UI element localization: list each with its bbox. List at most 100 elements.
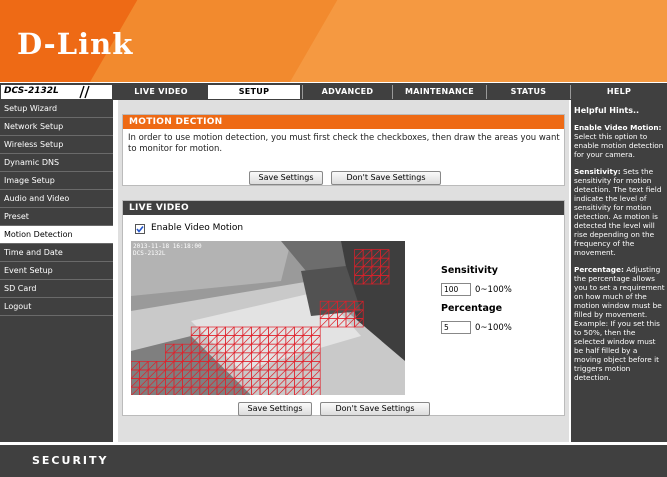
motion-grid-cell-diagonal [276, 378, 287, 388]
motion-grid-cell-diagonal [225, 369, 235, 379]
motion-grid-cell-diagonal [268, 343, 278, 354]
motion-grid-cell-diagonal [259, 378, 269, 388]
motion-grid-cell-diagonal [190, 335, 201, 345]
motion-grid-cell-diagonal [208, 326, 218, 336]
motion-grid-cell-diagonal [285, 352, 295, 362]
motion-grid-cell-diagonal [242, 369, 252, 379]
tab-setup[interactable]: SETUP [208, 85, 300, 99]
motion-grid-cell-diagonal [311, 378, 321, 388]
sidebar-item-dynamic-dns[interactable]: Dynamic DNS [0, 154, 113, 172]
motion-grid-cell-diagonal [216, 369, 226, 379]
dlink-logo: D-Link [17, 27, 134, 61]
sidebar-item-event-setup[interactable]: Event Setup [0, 262, 113, 280]
motion-detection-section: MOTION DECTION In order to use motion de… [122, 114, 565, 186]
tab-live-video[interactable]: LIVE VIDEO [116, 85, 206, 99]
motion-grid-cell-diagonal [173, 369, 183, 379]
sidebar-item-motion-detection[interactable]: Motion Detection [0, 226, 113, 244]
hint-sensitivity: Sensitivity: Sets the sensitivity for mo… [571, 167, 667, 257]
motion-grid-cell-diagonal [147, 369, 158, 379]
motion-grid-cell-diagonal [276, 335, 287, 345]
motion-grid-cell-diagonal [174, 386, 183, 395]
hint-sensitivity-heading: Sensitivity: [574, 167, 621, 176]
sidebar-item-network-setup[interactable]: Network Setup [0, 118, 113, 136]
checkmark-icon [136, 226, 144, 233]
motion-grid-cell-diagonal [302, 378, 312, 388]
sensitivity-input[interactable]: 100 [441, 283, 471, 296]
tab-maintenance[interactable]: MAINTENANCE [392, 85, 486, 99]
motion-grid-cell-diagonal [225, 386, 235, 395]
motion-grid-cell-diagonal [302, 352, 312, 362]
motion-grid-cell-diagonal [208, 378, 218, 388]
motion-grid-cell-diagonal [362, 257, 373, 268]
motion-grid-cell-diagonal [362, 266, 373, 276]
motion-grid-cell-diagonal [242, 343, 252, 354]
motion-grid-cell-diagonal [380, 257, 390, 268]
footer: SECURITY [0, 442, 667, 477]
motion-grid-cell-diagonal [259, 343, 269, 354]
motion-grid-cell-diagonal [345, 309, 355, 319]
helpful-hints-panel: Helpful Hints.. Enable Video Motion: Sel… [571, 100, 667, 442]
save-settings-button-bottom[interactable]: Save Settings [238, 402, 312, 416]
motion-grid-cell-diagonal [190, 326, 201, 336]
motion-grid-cell-diagonal [131, 386, 140, 395]
motion-grid-cell-diagonal [354, 275, 364, 285]
motion-grid-cell-diagonal [362, 249, 373, 259]
sidebar-item-time-date[interactable]: Time and Date [0, 244, 113, 262]
motion-grid-cell-diagonal [294, 343, 304, 354]
motion-grid-cell-diagonal [225, 378, 235, 388]
motion-grid-cell-diagonal [251, 335, 261, 345]
hint-percentage: Percentage: Adjusting the percentage all… [571, 265, 667, 382]
motion-grid-cell-diagonal [294, 335, 304, 345]
tab-help[interactable]: HELP [570, 85, 667, 99]
main-panel: MOTION DECTION In order to use motion de… [118, 100, 569, 442]
motion-grid-cell-diagonal [285, 335, 295, 345]
footer-security-label: SECURITY [32, 454, 109, 467]
motion-grid-cell-diagonal [199, 335, 209, 345]
motion-grid-cell-diagonal [302, 361, 312, 371]
motion-grid-cell-diagonal [371, 249, 381, 259]
motion-grid-cell-diagonal [208, 343, 218, 354]
motion-grid-cell-diagonal [190, 343, 201, 354]
hint-enable-motion-text: Select this option to enable motion dete… [574, 132, 664, 159]
motion-grid-cell-diagonal [259, 352, 269, 362]
tab-advanced[interactable]: ADVANCED [302, 85, 392, 99]
motion-grid-cell-diagonal [182, 352, 192, 362]
motion-grid-cell-diagonal [182, 369, 192, 379]
motion-grid[interactable] [131, 241, 405, 395]
motion-grid-cell-diagonal [165, 369, 175, 379]
motion-grid-cell-diagonal [157, 386, 166, 395]
tab-status[interactable]: STATUS [486, 85, 570, 99]
motion-grid-cell-diagonal [199, 326, 209, 336]
motion-grid-cell-diagonal [242, 352, 252, 362]
motion-grid-cell-diagonal [156, 369, 166, 379]
sidebar-item-sd-card[interactable]: SD Card [0, 280, 113, 298]
sensitivity-label: Sensitivity [441, 265, 498, 276]
enable-motion-checkbox[interactable] [135, 224, 145, 234]
motion-grid-cell-diagonal [208, 369, 218, 379]
motion-grid-cell-diagonal [328, 300, 338, 311]
motion-grid-cell-diagonal [251, 361, 261, 371]
hint-sensitivity-text: Sets the sensitivity for motion detectio… [574, 167, 662, 257]
motion-grid-cell-diagonal [311, 361, 321, 371]
save-settings-button[interactable]: Save Settings [249, 171, 323, 185]
motion-grid-cell-diagonal [139, 378, 149, 388]
sidebar-item-audio-video[interactable]: Audio and Video [0, 190, 113, 208]
motion-grid-cell-diagonal [319, 318, 330, 328]
sidebar-item-wireless-setup[interactable]: Wireless Setup [0, 136, 113, 154]
sidebar-item-image-setup[interactable]: Image Setup [0, 172, 113, 190]
sidebar-item-logout[interactable]: Logout [0, 298, 113, 316]
sidebar-item-setup-wizard[interactable]: Setup Wizard [0, 100, 113, 118]
instruction-text: In order to use motion detection, you mu… [128, 133, 560, 154]
sidebar-item-preset[interactable]: Preset [0, 208, 113, 226]
top-nav: DCS-2132L LIVE VIDEO SETUP ADVANCED MAIN… [0, 82, 667, 100]
dont-save-settings-button-bottom[interactable]: Don't Save Settings [320, 402, 430, 416]
motion-grid-cell-diagonal [234, 386, 244, 395]
motion-grid-cell-diagonal [165, 386, 175, 395]
motion-grid-cell-diagonal [190, 378, 201, 388]
motion-grid-cell-diagonal [302, 369, 312, 379]
dont-save-settings-button[interactable]: Don't Save Settings [331, 171, 441, 185]
percentage-input[interactable]: 5 [441, 321, 471, 334]
motion-grid-cell-diagonal [286, 386, 295, 395]
camera-preview[interactable]: 2013-11-18 16:18:00 DCS-2132L [131, 241, 405, 395]
motion-grid-cell-diagonal [371, 275, 381, 285]
